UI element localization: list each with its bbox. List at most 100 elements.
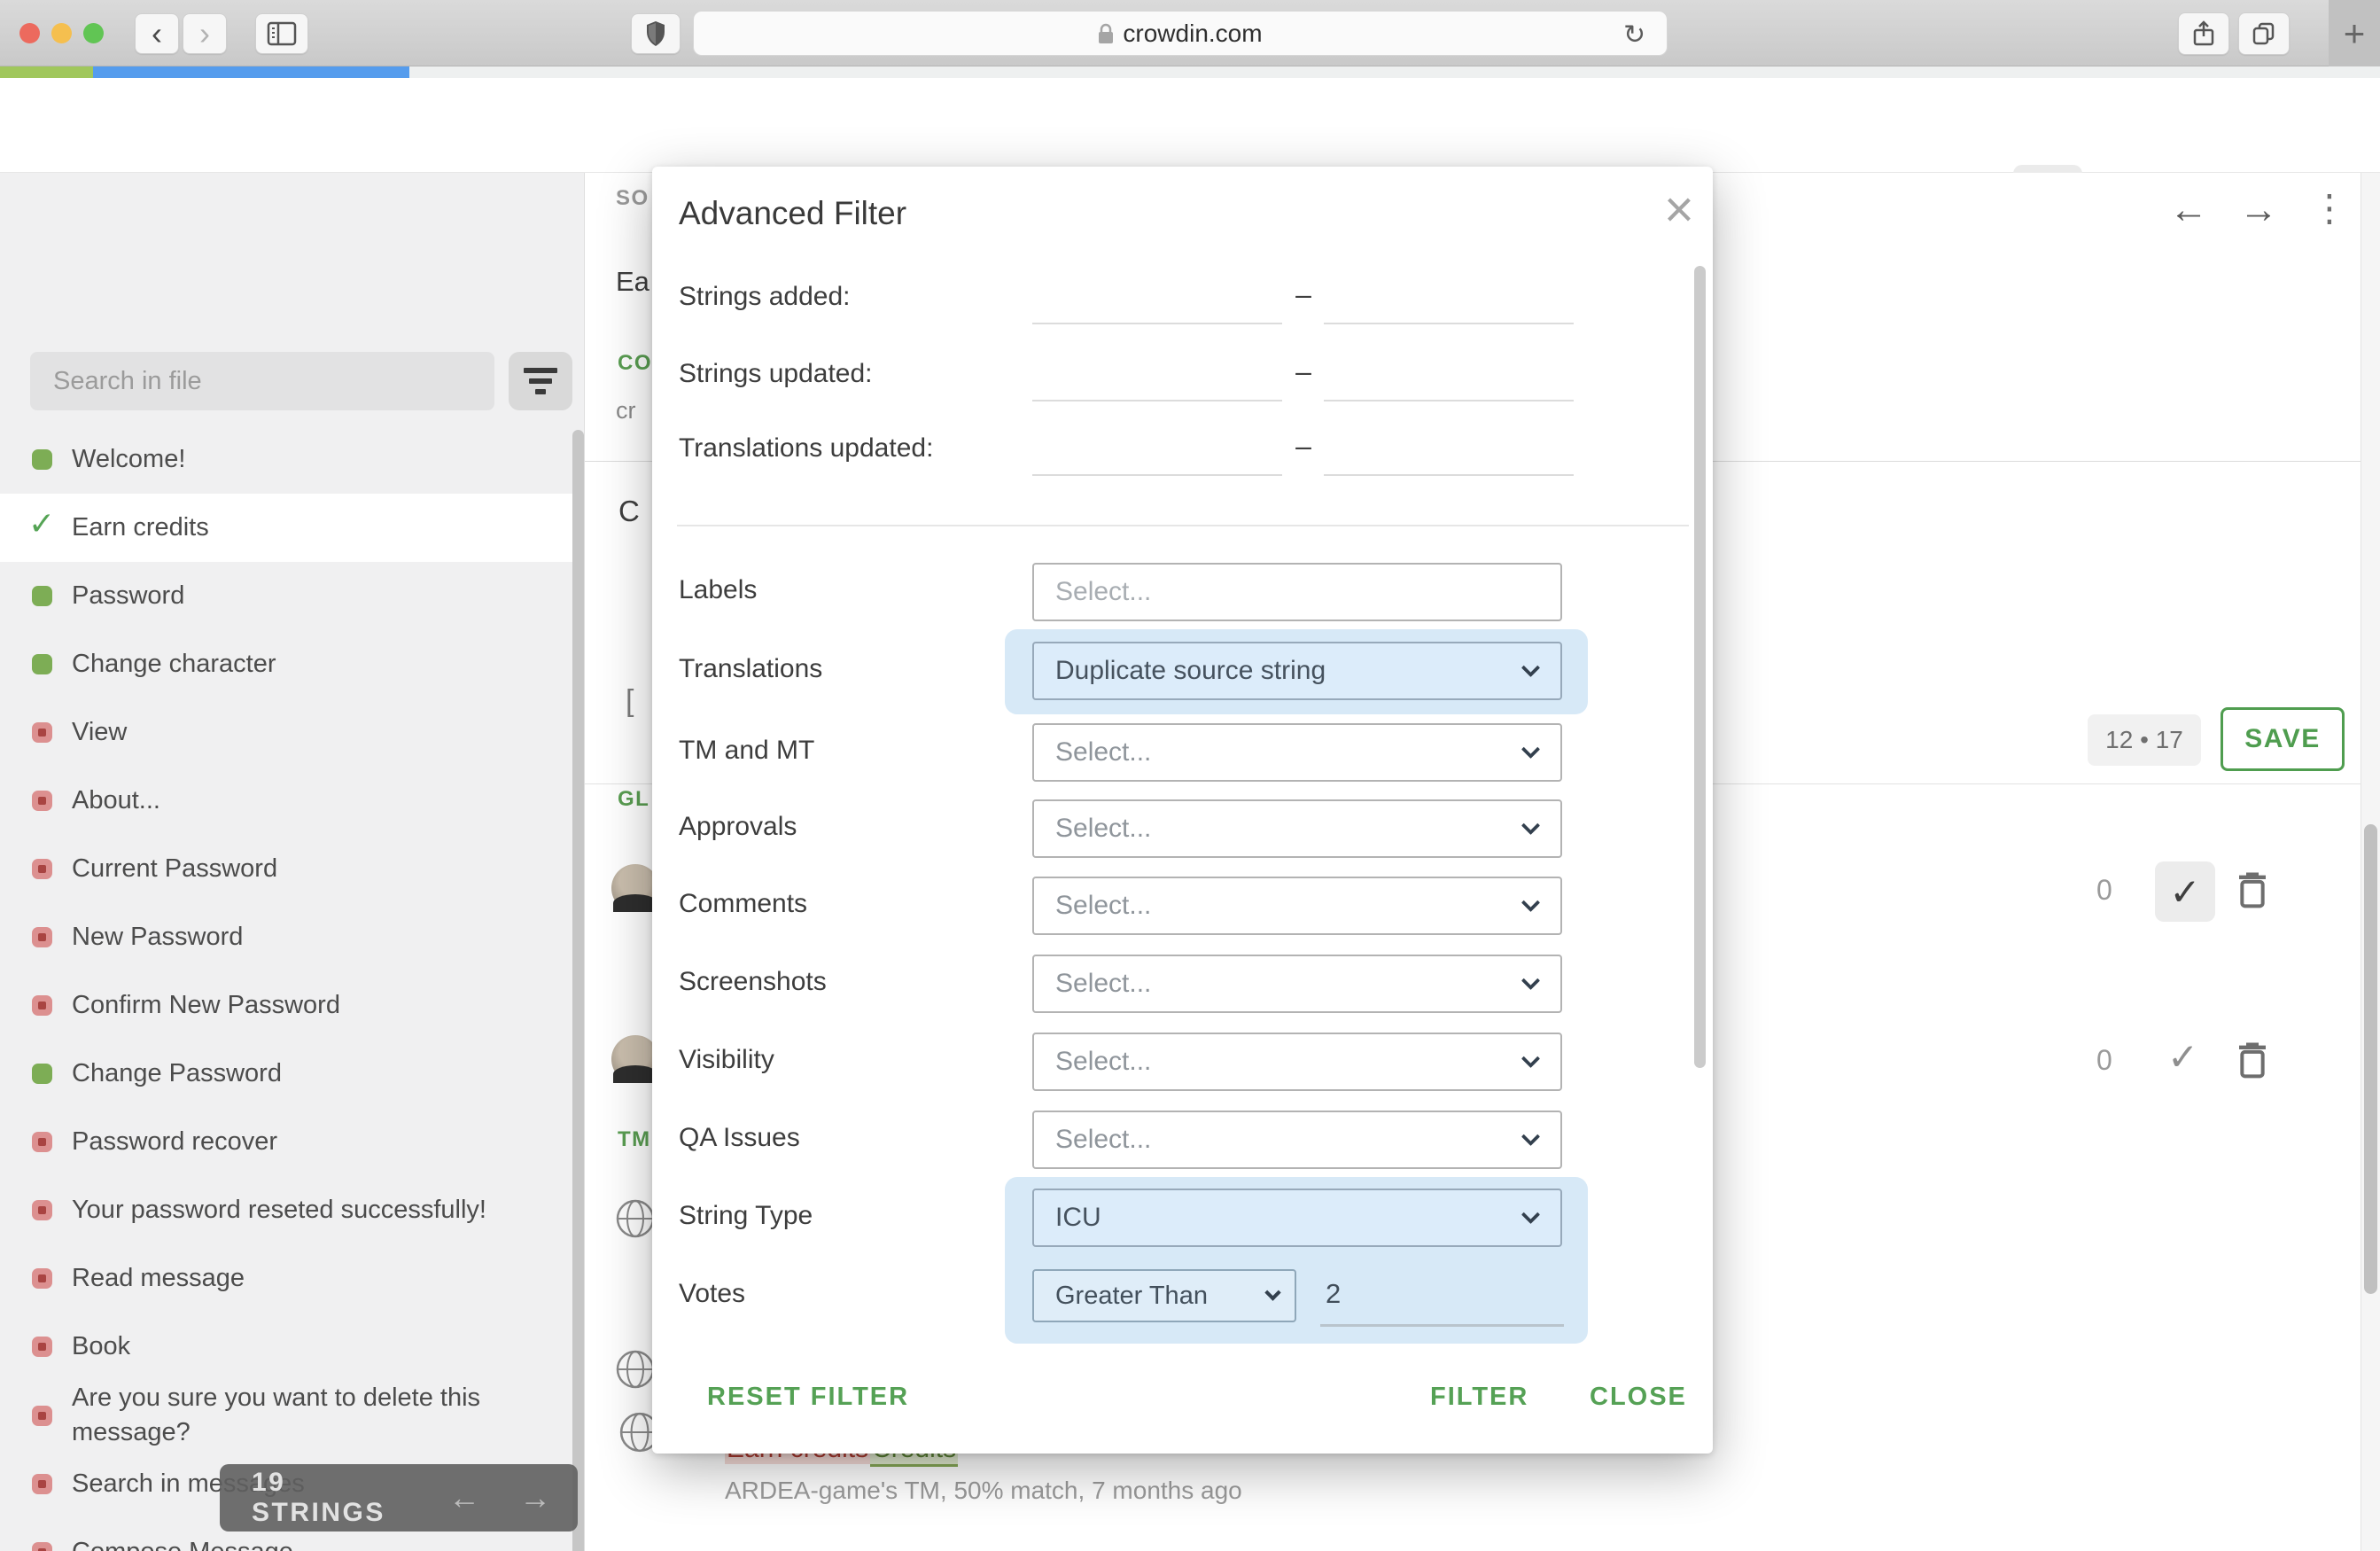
suggestion-votes-count: 0: [2096, 874, 2112, 907]
list-item[interactable]: View: [0, 698, 574, 767]
save-button[interactable]: SAVE: [2221, 707, 2345, 771]
next-string-button[interactable]: →: [519, 1479, 551, 1516]
translations-updated-from-input[interactable]: [1032, 435, 1282, 476]
status-check-icon: [32, 518, 52, 538]
share-button[interactable]: [2178, 12, 2229, 55]
range-dash: –: [1294, 278, 1313, 311]
source-string-header-fragment: SO: [616, 186, 649, 211]
list-item[interactable]: New Password: [0, 903, 574, 971]
comments-label: Comments: [679, 889, 807, 919]
status-icon: [32, 1337, 52, 1357]
browser-chrome: ‹ › crowdin.com ↻: [0, 0, 2380, 66]
list-item[interactable]: Change character: [0, 630, 574, 698]
search-input[interactable]: [30, 352, 494, 410]
privacy-shield-button[interactable]: [631, 13, 681, 54]
chevron-down-icon: [1521, 1205, 1540, 1224]
trash-icon: [2235, 1039, 2270, 1081]
qa-issues-label: QA Issues: [679, 1123, 800, 1153]
browser-back-button[interactable]: ‹: [135, 13, 179, 54]
list-item[interactable]: Book: [0, 1313, 574, 1381]
list-item[interactable]: Current Password: [0, 835, 574, 903]
address-bar[interactable]: crowdin.com: [693, 11, 1668, 56]
context-text-fragment: cr: [616, 397, 636, 425]
previous-file-arrow[interactable]: ←: [2169, 188, 2208, 232]
approvals-select[interactable]: Select...: [1032, 799, 1562, 858]
list-item[interactable]: Are you sure you want to delete this mes…: [0, 1381, 574, 1450]
filter-button-apply[interactable]: FILTER: [1430, 1383, 1528, 1412]
list-item[interactable]: Password: [0, 562, 574, 630]
status-icon: [32, 1132, 52, 1152]
editor-scrollbar-thumb[interactable]: [2364, 824, 2377, 1294]
approve-suggestion-button[interactable]: ✓: [2167, 1035, 2198, 1079]
browser-forward-button[interactable]: ›: [183, 13, 227, 54]
list-item[interactable]: Read message: [0, 1244, 574, 1313]
reset-filter-button[interactable]: RESET FILTER: [707, 1383, 909, 1412]
window-minimize-button[interactable]: [51, 23, 72, 43]
status-icon: [32, 791, 52, 811]
translations-updated-to-input[interactable]: [1324, 435, 1574, 476]
votes-label: Votes: [679, 1279, 745, 1309]
screenshots-select[interactable]: Select...: [1032, 955, 1562, 1013]
browser-sidebar-toggle-button[interactable]: [255, 13, 308, 54]
qa-issues-select[interactable]: Select...: [1032, 1111, 1562, 1169]
visibility-label: Visibility: [679, 1045, 774, 1075]
list-item[interactable]: Your password reseted successfully!: [0, 1176, 574, 1244]
tm-and-mt-select[interactable]: Select...: [1032, 723, 1562, 782]
strings-updated-to-input[interactable]: [1324, 361, 1574, 401]
globe-icon: [615, 1349, 656, 1390]
votes-operator-select[interactable]: Greater Than: [1032, 1269, 1296, 1322]
strings-count-bar: 19 STRINGS ← →: [220, 1464, 578, 1532]
new-tab-button[interactable]: +: [2329, 0, 2380, 66]
chevron-down-icon: [1521, 816, 1540, 835]
modal-scrollbar-thumb[interactable]: [1694, 266, 1706, 1068]
sidebar-scrollbar[interactable]: [572, 430, 584, 1551]
modal-divider: [677, 525, 1689, 526]
delete-suggestion-button[interactable]: [2235, 869, 2270, 911]
chevron-down-icon: [1521, 1127, 1540, 1146]
votes-value-input[interactable]: [1326, 1278, 1379, 1310]
strings-added-to-input[interactable]: [1324, 284, 1574, 324]
editor-scrollbar[interactable]: [2361, 173, 2380, 1551]
lock-icon: [1098, 23, 1114, 44]
list-item[interactable]: Confirm New Password: [0, 971, 574, 1040]
advanced-filter-modal: Advanced Filter × Strings added: – Strin…: [652, 167, 1713, 1454]
strings-added-from-input[interactable]: [1032, 284, 1282, 324]
crowdin-editor-page: ‹ › crowdin.com ↻: [0, 0, 2380, 1551]
approve-suggestion-button[interactable]: ✓: [2155, 861, 2215, 922]
list-item[interactable]: Welcome!: [0, 425, 574, 494]
share-icon: [2192, 20, 2215, 47]
previous-string-button[interactable]: ←: [448, 1479, 480, 1516]
window-zoom-button[interactable]: [83, 23, 104, 43]
more-options-menu[interactable]: ⋮: [2311, 186, 2348, 230]
status-icon: [32, 654, 52, 674]
tm-section-header-fragment: TM: [618, 1127, 651, 1152]
modal-title: Advanced Filter: [679, 195, 906, 232]
string-type-select[interactable]: ICU: [1032, 1189, 1562, 1247]
list-item[interactable]: About...: [0, 767, 574, 835]
close-icon[interactable]: ×: [1664, 184, 1694, 236]
comments-select[interactable]: Select...: [1032, 877, 1562, 935]
visibility-select[interactable]: Select...: [1032, 1033, 1562, 1091]
reload-button[interactable]: ↻: [1623, 19, 1645, 51]
filter-button[interactable]: [509, 352, 572, 410]
labels-select-input[interactable]: [1032, 563, 1562, 621]
window-close-button[interactable]: [19, 23, 40, 43]
approvals-label: Approvals: [679, 812, 797, 842]
translations-select[interactable]: Duplicate source string: [1032, 642, 1562, 700]
tm-and-mt-label: TM and MT: [679, 736, 814, 766]
check-icon: ✓: [2169, 870, 2200, 914]
list-item[interactable]: Password recover: [0, 1108, 574, 1176]
bracket-icon: [: [626, 684, 634, 719]
sidebar-panel-icon: [267, 21, 297, 46]
list-item[interactable]: Earn credits: [0, 494, 574, 562]
tab-overview-button[interactable]: [2238, 12, 2290, 55]
address-bar-url: crowdin.com: [1123, 19, 1262, 48]
close-button[interactable]: CLOSE: [1590, 1383, 1687, 1412]
strings-updated-from-input[interactable]: [1032, 361, 1282, 401]
delete-suggestion-button[interactable]: [2235, 1039, 2270, 1081]
next-file-arrow[interactable]: →: [2239, 188, 2278, 232]
list-item[interactable]: Change Password: [0, 1040, 574, 1108]
labels-label: Labels: [679, 575, 757, 605]
strings-updated-label: Strings updated:: [679, 359, 872, 389]
shield-icon: [645, 20, 666, 47]
